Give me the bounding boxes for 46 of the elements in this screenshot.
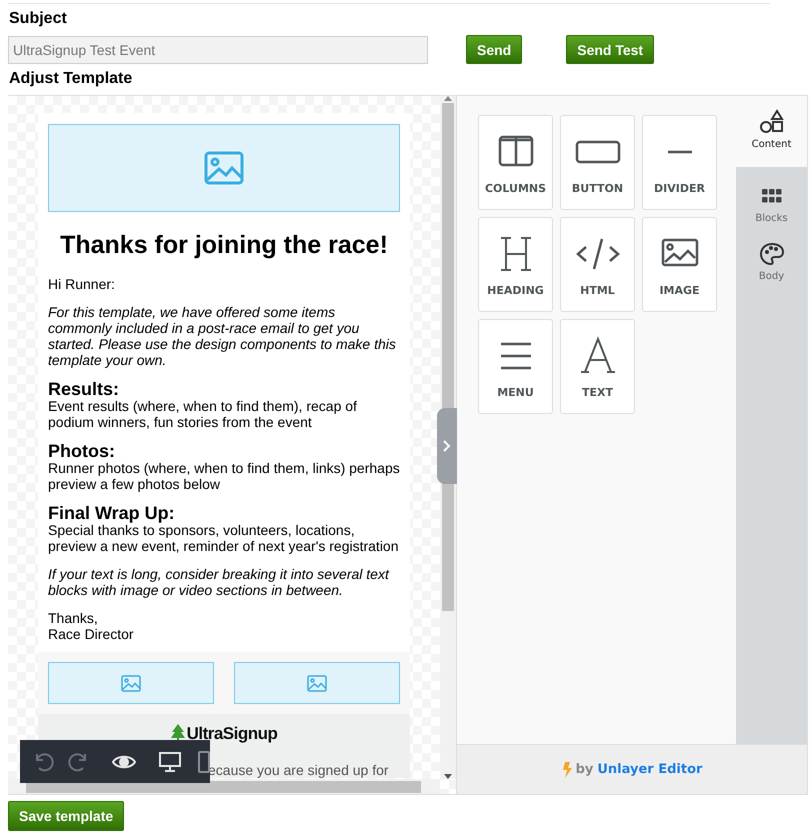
- tool-tile[interactable]: BUTTON: [560, 115, 635, 210]
- tool-tile[interactable]: HTML: [560, 217, 635, 312]
- send-button[interactable]: Send: [466, 35, 522, 64]
- section-title: Photos:: [48, 442, 116, 460]
- logo-text: UltraSignup: [186, 724, 278, 744]
- section-paragraph: Event results (where, when to find them), recap of podium winners, fun stories from the event: [48, 398, 358, 430]
- tool-tile[interactable]: IMAGE: [642, 217, 717, 312]
- lightning-icon: [562, 762, 572, 778]
- save-template-button[interactable]: Save template: [8, 801, 124, 831]
- section-title: Final Wrap Up:: [48, 504, 176, 522]
- section-title: Results:: [48, 380, 120, 398]
- credit-text: by: [576, 762, 594, 777]
- image-placeholder[interactable]: [48, 662, 214, 704]
- section-heading: Adjust Template: [9, 70, 134, 88]
- section-paragraph: Special thanks to sponsors, volunteers, locations, preview a new event, reminder of next year's registration: [48, 522, 400, 554]
- image-placeholder[interactable]: [48, 124, 400, 212]
- sidebar-tab[interactable]: Content: [736, 96, 807, 167]
- email-heading: Thanks for joining the race!: [59, 230, 389, 260]
- tool-tile[interactable]: HEADING: [478, 217, 553, 312]
- palette-icon: [758, 241, 784, 267]
- image-placeholder[interactable]: [234, 662, 400, 704]
- note-paragraph: If your text is long, consider breaking it into several text blocks with image or video sections in between.: [48, 566, 390, 598]
- signoff-text: Thanks,: [48, 610, 99, 626]
- footer-text: ecause you are signed up for: [208, 762, 389, 778]
- divider-line-icon: [668, 150, 692, 154]
- collapse-handle[interactable]: [437, 408, 457, 484]
- sidebar-tab[interactable]: Body: [736, 225, 807, 283]
- greeting-text: Hi Runner:: [48, 276, 116, 292]
- sidebar-tab[interactable]: Blocks: [736, 167, 807, 225]
- image-icon: [121, 674, 141, 692]
- scroll-down-icon[interactable]: [444, 774, 452, 780]
- tool-tile[interactable]: COLUMNS: [478, 115, 553, 210]
- signoff-text: Race Director: [48, 626, 135, 642]
- tool-tile[interactable]: MENU: [478, 319, 553, 414]
- intro-paragraph: For this template, we have offered some items commonly included in a post-race email to get you started. Please use the design components to make this template your own.: [48, 304, 397, 368]
- subject-label: Subject: [9, 10, 68, 28]
- shapes-icon: [758, 109, 784, 135]
- section-paragraph: Runner photos (where, when to find them, links) perhaps preview a few photos below: [48, 460, 400, 492]
- tool-tile[interactable]: TEXT: [560, 319, 635, 414]
- image-icon: [307, 674, 327, 692]
- tool-tile[interactable]: DIVIDER: [642, 115, 717, 210]
- send-test-button[interactable]: Send Test: [566, 35, 654, 64]
- scroll-up-icon[interactable]: [444, 96, 452, 101]
- subject-field[interactable]: UltraSignup Test Event: [8, 36, 428, 64]
- image-icon: [204, 151, 244, 185]
- editor-link[interactable]: Unlayer Editor: [597, 762, 702, 777]
